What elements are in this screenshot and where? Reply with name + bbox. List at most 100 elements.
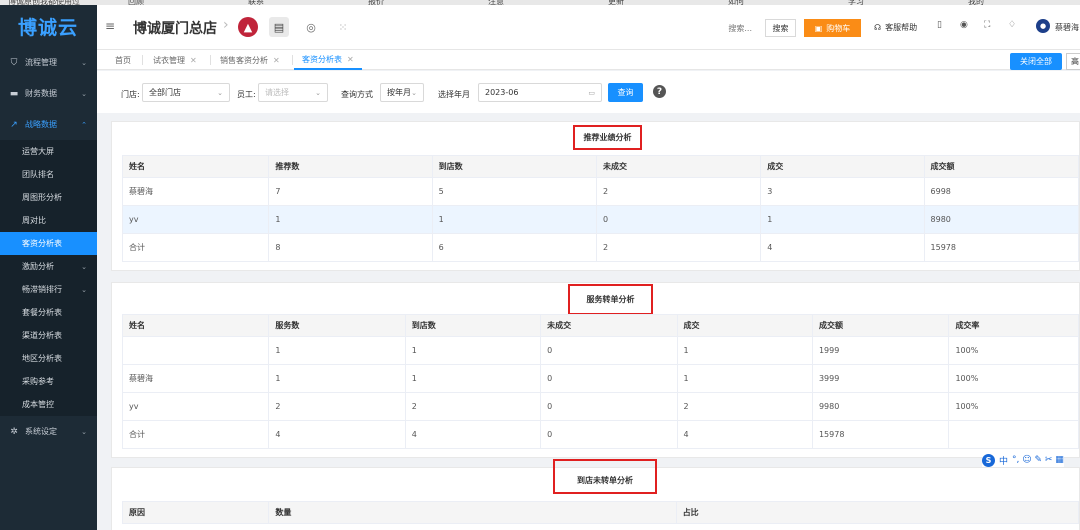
- ime-logo-icon[interactable]: S: [982, 453, 995, 467]
- ime-mode-label[interactable]: 中: [999, 454, 1008, 467]
- query-mode-select[interactable]: 按年月 ⌄: [380, 83, 424, 102]
- tab-label: 客资分析表: [302, 54, 342, 64]
- table-cell: 8980: [923, 205, 1080, 234]
- tab-divider: [210, 55, 211, 65]
- tab-home[interactable]: 首页: [107, 50, 139, 70]
- sidebar-item-label: 激励分析: [22, 262, 54, 271]
- sidebar-item-label: 畅滞销排行: [22, 285, 62, 294]
- table-header-row: 姓名 服务数 到店数 未成交 成交 成交额 成交率: [121, 314, 1079, 337]
- rocket-icon[interactable]: ▲: [238, 17, 258, 37]
- ime-toolbar[interactable]: S 中 °, ☺ ✎ ✂ ▦: [982, 453, 1064, 467]
- sidebar-item-customer-analysis[interactable]: 客资分析表: [0, 232, 97, 255]
- search-input[interactable]: [652, 19, 752, 37]
- headset-icon: ☊: [874, 23, 882, 32]
- table-cell: 1: [760, 205, 925, 234]
- document-icon[interactable]: ▤: [269, 17, 289, 37]
- table-cell: 4: [404, 420, 542, 449]
- chevron-down-icon: ⌄: [411, 88, 417, 97]
- panel-title: 到店未转单分析: [553, 459, 657, 494]
- sidebar-item-ops-screen[interactable]: 运营大屏: [0, 140, 97, 163]
- top-header: ≡ 博诚厦门总店 › ▲ ▤ ◎ ⁙ 搜索 ▣ 购物车 ☊ 客服帮助 ▯ ◉ ⛶…: [97, 5, 1080, 50]
- table-total-row[interactable]: 合计 8 6 2 4 15978: [121, 233, 1080, 262]
- sidebar-item-bestseller-rank[interactable]: 畅滞销排行 ⌄: [0, 278, 97, 301]
- sidebar-item-channel-analysis[interactable]: 渠道分析表: [0, 324, 97, 347]
- menu-finance-data[interactable]: ▬ 财务数据 ⌄: [0, 78, 97, 109]
- sidebar-item-incentive[interactable]: 激励分析 ⌄: [0, 255, 97, 278]
- tab-sales-analysis[interactable]: 销售客资分析 ✕: [212, 50, 288, 70]
- ime-tool-icons[interactable]: °, ☺ ✎ ✂ ▦: [1012, 455, 1064, 465]
- sidebar-item-cost-control[interactable]: 成本管控: [0, 393, 97, 416]
- sidebar-item-team-rank[interactable]: 团队排名: [0, 163, 97, 186]
- column-header: 姓名: [121, 155, 270, 178]
- sidebar-item-region-analysis[interactable]: 地区分析表: [0, 347, 97, 370]
- menu-process-management[interactable]: ⛉ 流程管理 ⌄: [0, 47, 97, 78]
- chevron-down-icon: ⌄: [217, 88, 223, 97]
- menu-label: 系统设定: [25, 427, 57, 436]
- menu-toggle-icon[interactable]: ≡: [105, 19, 115, 33]
- table-cell: 1999: [811, 336, 950, 365]
- tab-more-button[interactable]: 高: [1066, 53, 1080, 70]
- sidebar-item-purchase-ref[interactable]: 采购参考: [0, 370, 97, 393]
- table-cell: 蔡碧海: [121, 177, 270, 206]
- menu-system-settings[interactable]: ✲ 系统设定 ⌄: [0, 416, 97, 447]
- service-panel: 服务转单分析 姓名 服务数 到店数 未成交 成交 成交额 成交率 1 1 0 1…: [111, 282, 1080, 458]
- chevron-down-icon: ⌄: [81, 89, 87, 98]
- close-icon[interactable]: ✕: [347, 55, 354, 64]
- table-row[interactable]: 蔡碧海 1 1 0 1 3999 100%: [121, 364, 1079, 393]
- table-row[interactable]: yv 2 2 0 2 9980 100%: [121, 392, 1079, 421]
- tab-fitting[interactable]: 试衣管理 ✕: [145, 50, 205, 70]
- table-row[interactable]: 蔡碧海 7 5 2 3 6998: [121, 177, 1080, 206]
- tab-divider: [142, 55, 143, 65]
- column-header: 服务数: [268, 314, 406, 337]
- cart-button[interactable]: ▣ 购物车: [804, 19, 861, 37]
- avatar[interactable]: ●: [1036, 19, 1050, 33]
- cart-icon: ▣: [814, 23, 823, 33]
- sidebar-item-weekly-chart[interactable]: 周图形分析: [0, 186, 97, 209]
- query-button[interactable]: 查询: [608, 83, 643, 102]
- sidebar-item-weekly-compare[interactable]: 周对比: [0, 209, 97, 232]
- table-cell: 15978: [811, 420, 950, 449]
- table-cell: 1: [268, 336, 406, 365]
- column-header: 推荐数: [268, 155, 433, 178]
- help-icon[interactable]: ?: [653, 85, 666, 98]
- column-header: 成交额: [811, 314, 950, 337]
- staff-select[interactable]: 请选择 ⌄: [258, 83, 328, 102]
- sidebar-item-package-analysis[interactable]: 套餐分析表: [0, 301, 97, 324]
- store-name[interactable]: 博诚厦门总店: [133, 18, 217, 38]
- column-header: 成交: [760, 155, 925, 178]
- target-icon[interactable]: ◉: [960, 20, 968, 30]
- close-icon[interactable]: ✕: [190, 56, 197, 65]
- column-header: 成交率: [948, 314, 1079, 337]
- user-name[interactable]: 蔡碧海: [1055, 22, 1079, 33]
- store-select[interactable]: 全部门店 ⌄: [142, 83, 230, 102]
- column-header: 未成交: [540, 314, 678, 337]
- mobile-icon[interactable]: ▯: [937, 20, 942, 30]
- table-cell: 8: [268, 233, 433, 262]
- swirl-icon[interactable]: ◎: [301, 17, 321, 37]
- table-cell: 1: [404, 364, 542, 393]
- app-logo: 博诚云: [18, 16, 79, 39]
- table-cell: 6998: [923, 177, 1080, 206]
- table-cell: 0: [540, 392, 678, 421]
- help-link[interactable]: ☊ 客服帮助: [874, 22, 917, 33]
- close-icon[interactable]: ✕: [273, 56, 280, 65]
- table-total-row[interactable]: 合计 4 4 0 4 15978: [121, 420, 1079, 449]
- column-header: 占比: [675, 501, 1080, 524]
- apps-grid-icon[interactable]: ⁙: [333, 17, 353, 37]
- fullscreen-icon[interactable]: ⛶: [984, 20, 990, 30]
- column-header: 到店数: [404, 314, 542, 337]
- menu-label: 流程管理: [25, 58, 57, 67]
- table-row[interactable]: 1 1 0 1 1999 100%: [121, 336, 1079, 365]
- table-row[interactable]: yv 1 1 0 1 8980: [121, 205, 1080, 234]
- menu-label: 财务数据: [25, 89, 57, 98]
- table-cell: 3999: [811, 364, 950, 393]
- filter-icon: ⛉: [10, 57, 18, 68]
- close-all-button[interactable]: 关闭全部: [1010, 53, 1062, 70]
- bell-icon[interactable]: ♢: [1008, 20, 1016, 30]
- chevron-up-icon: ⌃: [81, 120, 87, 129]
- table-cell: yv: [121, 205, 270, 234]
- menu-strategy-data[interactable]: ↗ 战略数据 ⌃: [0, 109, 97, 140]
- search-button[interactable]: 搜索: [765, 19, 796, 37]
- date-picker[interactable]: 2023-06 ▭: [478, 83, 602, 102]
- tab-customer-analysis[interactable]: 客资分析表 ✕: [294, 50, 362, 70]
